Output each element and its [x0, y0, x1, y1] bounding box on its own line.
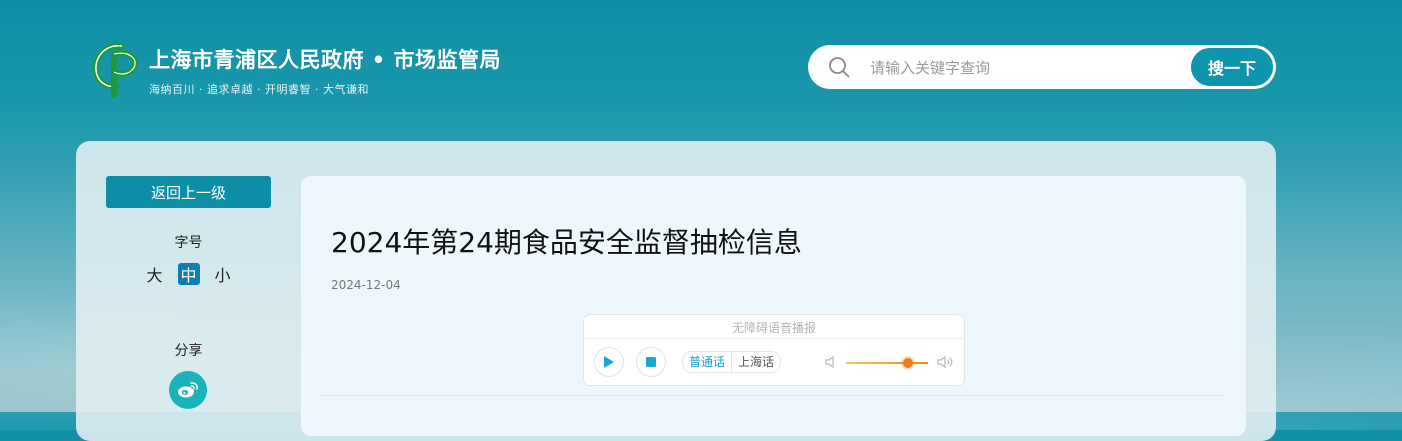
stop-button[interactable] [636, 347, 666, 377]
article-area [301, 176, 1246, 436]
lang-mandarin-option[interactable]: 普通话 [683, 352, 733, 372]
qingpu-logo-icon[interactable] [92, 42, 142, 98]
volume-low-icon[interactable] [824, 355, 838, 369]
font-size-selector: 大 中 小 [106, 263, 271, 285]
stop-icon [646, 357, 656, 367]
site-slogan: 海纳百川 · 追求卓越 · 开明睿智 · 大气谦和 [149, 83, 369, 96]
weibo-icon [178, 382, 198, 398]
search-icon [829, 57, 850, 78]
font-size-medium[interactable]: 中 [177, 263, 200, 285]
font-size-label: 字号 [174, 235, 203, 251]
play-icon [604, 356, 614, 368]
search-bar: 搜一下 [808, 45, 1276, 89]
volume-high-icon[interactable] [936, 355, 954, 369]
player-divider [584, 338, 964, 339]
share-label: 分享 [174, 343, 203, 359]
search-input[interactable] [868, 53, 1172, 83]
back-button[interactable]: 返回上一级 [106, 176, 271, 208]
volume-slider[interactable] [846, 362, 928, 364]
weibo-share-button[interactable] [169, 371, 207, 409]
language-switch: 普通话 上海话 [682, 351, 782, 373]
font-size-large[interactable]: 大 [144, 263, 166, 285]
article-divider [321, 395, 1224, 396]
font-size-small[interactable]: 小 [212, 263, 234, 285]
article-date: 2024-12-04 [331, 278, 401, 292]
site-title[interactable]: 上海市青浦区人民政府 • 市场监管局 [149, 44, 501, 74]
volume-slider-handle[interactable] [902, 358, 913, 368]
play-button[interactable] [594, 347, 624, 377]
audio-player: 无障碍语音播报 普通话 上海话 [583, 314, 965, 386]
player-title: 无障碍语音播报 [731, 321, 816, 335]
search-button[interactable]: 搜一下 [1189, 46, 1275, 88]
article-title: 2024年第24期食品安全监督抽检信息 [331, 226, 802, 259]
lang-shanghai-option[interactable]: 上海话 [732, 352, 780, 372]
